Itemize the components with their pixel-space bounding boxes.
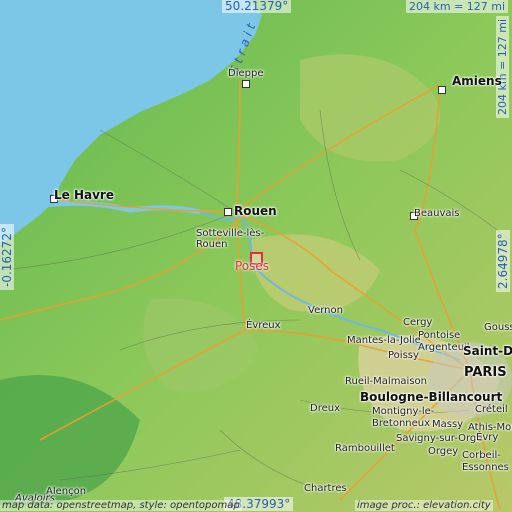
city-label-poissy: Poissy: [388, 350, 419, 361]
city-label-paris: PARIS: [464, 365, 507, 380]
city-label-cergy: Cergy: [403, 317, 433, 328]
city-label-mantes: Mantes-la-Jolie: [347, 335, 421, 346]
city-label-amiens: Amiens: [452, 74, 502, 88]
city-label-vernon: Vernon: [308, 305, 343, 316]
target-location-label: Poses: [235, 259, 270, 273]
city-label-rueil: Rueil-Malmaison: [345, 376, 428, 387]
map-canvas[interactable]: 50.21379° 48.37993° -0.16272° 2.64978° 2…: [0, 0, 512, 512]
city-label-chartres: Chartres: [304, 483, 347, 494]
city-label-sotteville: Sotteville-lès-Rouen: [196, 228, 265, 250]
city-label-le-havre: Le Havre: [54, 188, 114, 202]
city-label-rouen: Rouen: [234, 204, 277, 218]
city-label-argenteuil: Argenteuil: [418, 342, 470, 353]
city-label-saint-denis: Saint-Denis: [463, 344, 512, 358]
city-label-creteil: Créteil: [475, 404, 508, 415]
scale-label-top: 204 km = 127 mi: [406, 0, 509, 13]
longitude-left-label: -0.16272°: [0, 224, 14, 290]
city-label-massy: Massy: [432, 419, 464, 430]
city-label-rambouillet: Rambouillet: [335, 443, 395, 454]
city-label-dieppe: Dieppe: [228, 68, 264, 79]
city-label-pontoise: Pontoise: [418, 330, 461, 341]
scale-label-right: 204 km = 127 mi: [496, 15, 509, 118]
latitude-top-label: 50.21379°: [222, 0, 292, 13]
city-label-gousse: Gouss: [484, 322, 512, 333]
city-label-boulogne: Boulogne-Billancourt: [360, 390, 503, 404]
city-label-orgey: Orgey: [428, 446, 459, 457]
city-marker-rouen: [224, 208, 232, 216]
city-label-evreux: Évreux: [246, 320, 281, 331]
city-label-savigny: Savigny-sur-Orge: [396, 433, 483, 444]
city-label-beauvais: Beauvais: [414, 208, 460, 219]
city-label-evry: Évry: [476, 432, 499, 443]
longitude-right-label: 2.64978°: [496, 230, 510, 292]
attribution-left: map data: openstreetmap, style: opentopo…: [0, 500, 242, 511]
city-marker-dieppe: [242, 80, 250, 88]
attribution-right: image proc.: elevation.city: [355, 500, 493, 511]
city-label-corbeil: Corbeil-Essonnes: [462, 450, 509, 473]
city-marker-amiens: [438, 86, 446, 94]
city-label-dreux: Dreux: [310, 403, 340, 414]
